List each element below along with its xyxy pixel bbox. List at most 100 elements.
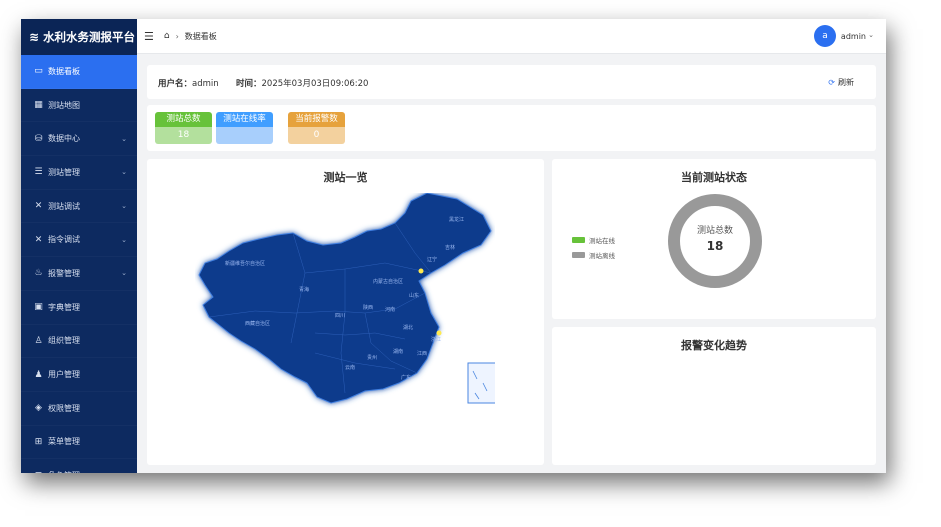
- avatar[interactable]: a: [814, 25, 836, 47]
- legend-label: 测站离线: [589, 252, 615, 260]
- map-label: 青海: [299, 286, 309, 293]
- map-label: 浙江: [431, 336, 441, 343]
- dashboard-icon: ▭: [34, 66, 43, 77]
- sidebar-item-label: 指令调试: [48, 235, 80, 245]
- sidebar: ≋ 水利水务测报平台 ▭ 数据看板 ▦ 测站地图 ⛁ 数据中心 ⌄ ☰ 测站管理 ⌄ ✕ 测站调试 ⌄ ✕…: [21, 19, 137, 473]
- map-label: 云南: [345, 364, 355, 371]
- map-label: 新疆维吾尔自治区: [225, 260, 265, 267]
- user-value: admin: [192, 79, 219, 89]
- sidebar-item-label: 测站管理: [48, 167, 80, 177]
- stat-value: [216, 127, 273, 144]
- dictionary-icon: ▣: [34, 302, 43, 313]
- stat-label: 测站总数: [155, 112, 212, 127]
- sidebar-item[interactable]: ♙ 组织管理: [21, 325, 137, 359]
- sidebar-item[interactable]: ⊞ 角色管理: [21, 459, 137, 473]
- sidebar-item[interactable]: ⊞ 菜单管理: [21, 426, 137, 460]
- map-label: 湖北: [403, 324, 413, 331]
- sidebar-item-label: 数据看板: [48, 66, 80, 76]
- stat-label: 当前报警数: [288, 112, 345, 127]
- map-label: 广东: [401, 374, 411, 381]
- alarm-icon: ♨: [34, 268, 43, 279]
- map-label: 内蒙古自治区: [373, 278, 403, 285]
- stats-bar: 测站总数 18 测站在线率 当前报警数 0: [147, 105, 876, 151]
- sidebar-item-label: 测站地图: [48, 100, 80, 110]
- time-label: 时间：: [236, 79, 262, 89]
- map-label: 河南: [385, 306, 395, 313]
- legend-swatch: [572, 237, 585, 243]
- sidebar-item[interactable]: ⛁ 数据中心 ⌄: [21, 122, 137, 156]
- sidebar-item[interactable]: ☰ 测站管理 ⌄: [21, 156, 137, 190]
- info-bar: 用户名：admin 时间：2025年03月03日09:06:20 ⟳ 刷新: [147, 65, 876, 99]
- chevron-down-icon: ⌄: [121, 168, 127, 177]
- china-map[interactable]: 新疆维吾尔自治区 西藏自治区 青海 四川 内蒙古自治区 黑龙江 吉林 辽宁 陕西…: [195, 193, 495, 423]
- map-label: 陕西: [363, 304, 373, 311]
- station-status-panel: 当前测站状态 测站在线 测站离线 测站总数 18: [552, 159, 876, 319]
- map-panel-title: 测站一览: [323, 171, 368, 184]
- legend-offline[interactable]: 测站离线: [572, 250, 615, 260]
- stat-total-stations: 测站总数 18: [155, 112, 212, 144]
- sidebar-item[interactable]: ✕ 测站调试 ⌄: [21, 190, 137, 224]
- station-marker[interactable]: [418, 268, 424, 274]
- chevron-right-icon: ›: [175, 31, 179, 41]
- map-label: 吉林: [445, 244, 455, 251]
- home-icon[interactable]: ⌂: [164, 31, 170, 41]
- logo-icon: ≋: [29, 30, 40, 44]
- org-icon: ♙: [34, 335, 43, 346]
- sidebar-item[interactable]: ▣ 字典管理: [21, 291, 137, 325]
- sidebar-item-label: 测站调试: [48, 201, 80, 211]
- map-label: 山东: [409, 292, 419, 299]
- app-window: ≋ 水利水务测报平台 ▭ 数据看板 ▦ 测站地图 ⛁ 数据中心 ⌄ ☰ 测站管理 ⌄ ✕ 测站调试 ⌄ ✕…: [21, 19, 886, 473]
- chevron-down-icon[interactable]: ⌄: [868, 31, 874, 39]
- alarm-trend-panel: 报警变化趋势: [552, 327, 876, 465]
- top-bar: ☰ ⌂ › 数据看板 a admin ⌄: [137, 19, 886, 54]
- sidebar-item[interactable]: ✕ 指令调试 ⌄: [21, 223, 137, 257]
- grid-icon: ⊞: [34, 436, 43, 447]
- sidebar-item-label: 用户管理: [48, 370, 80, 380]
- map-label: 四川: [335, 313, 345, 319]
- sidebar-item-label: 报警管理: [48, 268, 80, 278]
- chevron-down-icon: ⌄: [121, 269, 127, 278]
- database-icon: ⛁: [34, 133, 43, 144]
- trend-panel-title: 报警变化趋势: [681, 339, 747, 352]
- station-map-panel: 测站一览 新疆维吾尔自治区 西藏自治区 青海 四川 内蒙古自治区 黑龙江 吉林 …: [147, 159, 544, 465]
- menu-toggle-icon[interactable]: ☰: [144, 30, 154, 43]
- time-value: 2025年03月03日09:06:20: [261, 79, 369, 89]
- station-marker[interactable]: [436, 330, 442, 336]
- grid-icon: ⊞: [33, 471, 44, 473]
- refresh-label: 刷新: [838, 78, 854, 87]
- status-panel-title: 当前测站状态: [681, 171, 747, 184]
- sidebar-item[interactable]: ◈ 权限管理: [21, 392, 137, 426]
- legend-online[interactable]: 测站在线: [572, 235, 615, 245]
- donut-center-label: 测站总数: [696, 226, 733, 236]
- user-icon: ♟: [34, 369, 43, 380]
- legend-swatch: [572, 252, 585, 258]
- donut-center-value: 18: [706, 239, 724, 253]
- stat-value: 0: [288, 127, 345, 144]
- refresh-button[interactable]: ⟳ 刷新: [828, 77, 854, 88]
- map-label: 西藏自治区: [245, 320, 270, 327]
- user-info: 用户名：admin: [158, 77, 219, 89]
- sidebar-item[interactable]: ▭ 数据看板: [21, 55, 137, 89]
- shield-icon: ◈: [35, 403, 42, 414]
- chevron-down-icon: ⌄: [121, 235, 127, 244]
- list-icon: ☰: [34, 167, 43, 178]
- sidebar-item-label: 字典管理: [48, 302, 80, 312]
- stat-label: 测站在线率: [216, 112, 273, 127]
- sidebar-menu: ▭ 数据看板 ▦ 测站地图 ⛁ 数据中心 ⌄ ☰ 测站管理 ⌄ ✕ 测站调试 ⌄ ✕ 指令调试 ⌄ ♨ 报警管理 ⌄…: [21, 55, 137, 473]
- map-label: 贵州: [367, 354, 377, 361]
- sidebar-item-label: 数据中心: [48, 134, 80, 144]
- user-menu-name[interactable]: admin: [841, 32, 866, 41]
- tools-icon: ✕: [34, 201, 43, 212]
- legend-label: 测站在线: [589, 237, 615, 245]
- sidebar-item[interactable]: ▦ 测站地图: [21, 89, 137, 123]
- map-label: 辽宁: [427, 256, 437, 263]
- map-label: 湖南: [393, 348, 403, 355]
- sidebar-item-label: 权限管理: [48, 403, 80, 413]
- tools-icon: ✕: [34, 234, 43, 245]
- sidebar-item[interactable]: ♟ 用户管理: [21, 358, 137, 392]
- time-info: 时间：2025年03月03日09:06:20: [236, 77, 368, 89]
- map-label: 黑龙江: [449, 216, 464, 223]
- stat-online-rate: 测站在线率: [216, 112, 273, 144]
- app-brand: ≋ 水利水务测报平台: [21, 19, 137, 55]
- sidebar-item[interactable]: ♨ 报警管理 ⌄: [21, 257, 137, 291]
